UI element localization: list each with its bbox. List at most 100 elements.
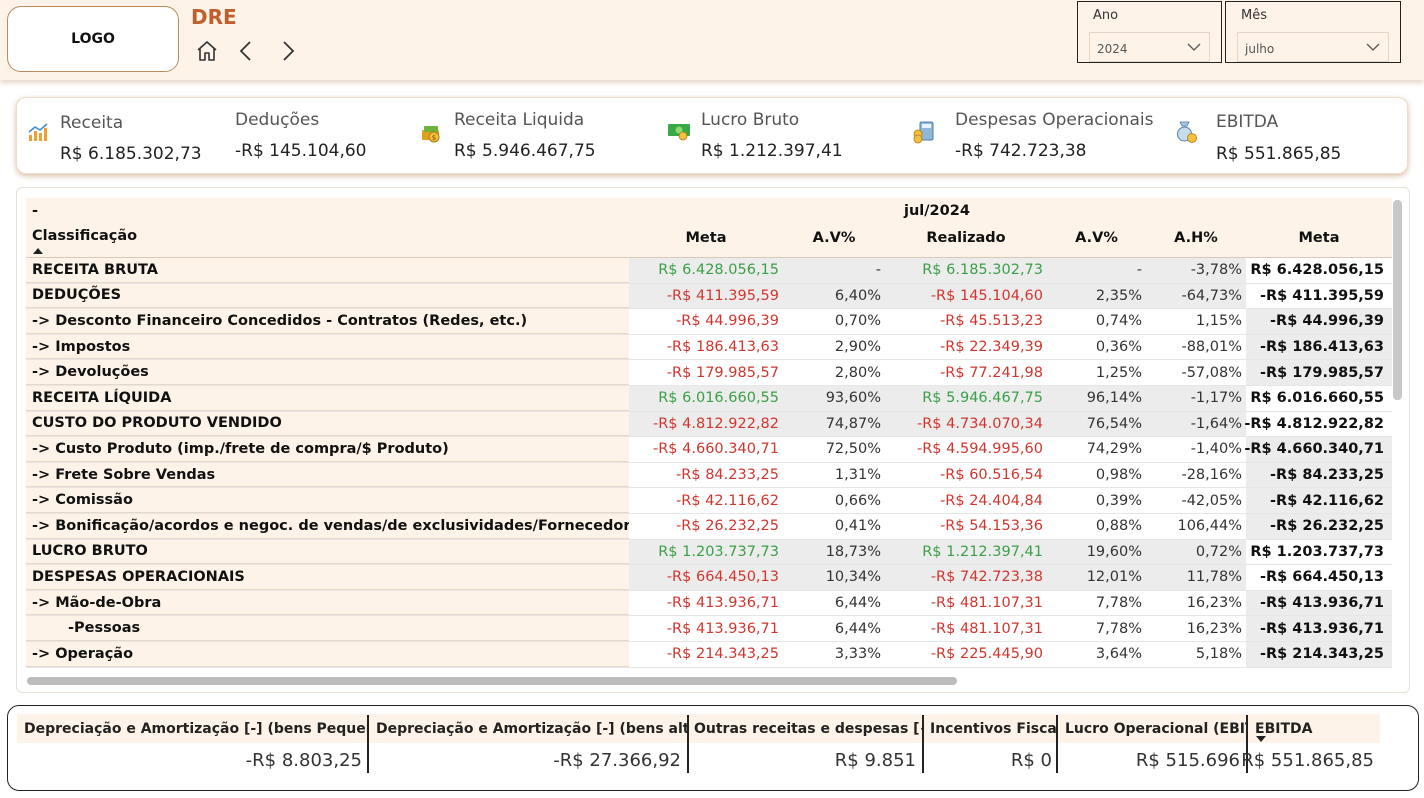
row-label: DEDUÇÕES <box>26 283 629 309</box>
forward-button[interactable] <box>273 37 301 65</box>
cell-realizado: -R$ 45.513,23 <box>885 309 1047 334</box>
matrix-row[interactable]: RECEITA LÍQUIDA R$ 6.016.660,55 93,60% R$ 5… <box>26 386 1392 412</box>
row-label: -> Frete Sobre Vendas <box>26 462 629 488</box>
matrix-row[interactable]: -> Mão-de-Obra -R$ 413.936,71 6,44% -R$ 481… <box>26 590 1392 617</box>
matrix-row[interactable]: -Pessoas -R$ 413.936,71 6,44% -R$ 481.107,3… <box>26 616 1392 642</box>
cell-realizado: R$ 5.946.467,75 <box>885 386 1047 411</box>
month-slicer: Mês julho <box>1225 1 1401 63</box>
cell-meta-total: -R$ 84.233,25 <box>1246 462 1392 488</box>
cell-ah: 0,72% <box>1146 539 1246 565</box>
banknote-icon <box>668 124 690 141</box>
cell-ah: 1,15% <box>1146 309 1246 334</box>
col-header-meta[interactable]: Meta <box>629 224 783 252</box>
home-button[interactable] <box>193 37 221 65</box>
cell-ah: 5,18% <box>1146 642 1246 667</box>
cell-av-realizado: 3,64% <box>1047 642 1146 667</box>
row-label: -> Bonificação/acordos e negoc. de venda… <box>26 514 649 539</box>
sort-ascending-icon <box>33 248 43 254</box>
page-title: DRE <box>191 5 237 29</box>
cell-av-meta: 93,60% <box>783 386 885 411</box>
bottom-col-header-ebitda[interactable]: EBITDA <box>1248 714 1380 743</box>
matrix-row[interactable]: -> Devoluções -R$ 179.985,57 2,80% -R$ 77.2… <box>26 360 1392 386</box>
cell-ah: -42,05% <box>1146 488 1246 513</box>
cell-meta: -R$ 44.996,39 <box>629 309 783 334</box>
cell-meta-total: -R$ 4.660.340,71 <box>1244 437 1392 462</box>
cell-ah: -1,64% <box>1146 411 1246 437</box>
col-header-av[interactable]: A.V% <box>783 224 885 252</box>
kpi-label: Despesas Operacionais <box>955 110 1154 130</box>
matrix-row[interactable]: -> Custo Produto (imp./frete de compra/$… <box>26 437 1392 463</box>
cell-meta-total: -R$ 179.985,57 <box>1246 360 1392 385</box>
year-dropdown[interactable]: 2024 <box>1089 32 1210 62</box>
cell-meta: -R$ 413.936,71 <box>629 590 783 616</box>
col-header-av-realizado[interactable]: A.V% <box>1047 224 1146 252</box>
home-icon <box>197 41 217 61</box>
cell-av-realizado: 7,78% <box>1047 616 1146 641</box>
year-slicer-label: Ano <box>1093 8 1119 23</box>
col-header-meta-total[interactable]: Meta <box>1246 224 1392 252</box>
kpi-value: -R$ 145.104,60 <box>235 141 367 161</box>
cell-meta-total: -R$ 4.812.922,82 <box>1244 411 1392 437</box>
cell-realizado: -R$ 742.723,38 <box>885 565 1047 590</box>
matrix-row[interactable]: -> Frete Sobre Vendas -R$ 84.233,25 1,31% -… <box>26 462 1392 489</box>
vertical-scrollbar[interactable] <box>1393 200 1402 400</box>
cell-av-meta: 6,44% <box>783 590 885 616</box>
cell-realizado: -R$ 225.445,90 <box>885 642 1047 667</box>
kpi-receita-liquida: $ Receita Liquida R$ 5.946.467,75 <box>419 98 639 175</box>
chevron-down-icon <box>1187 43 1201 51</box>
month-dropdown[interactable]: julho <box>1237 32 1389 62</box>
bottom-col-header: Incentivos Fiscais <box>924 714 1070 743</box>
row-label: -> Mão-de-Obra <box>26 590 629 616</box>
matrix-row[interactable]: -> Impostos -R$ 186.413,63 2,90% -R$ 22.349… <box>26 334 1392 361</box>
row-label: RECEITA LÍQUIDA <box>26 386 629 411</box>
bottom-col-header: Depreciação e Amortização [-] (bens Pequ… <box>17 714 406 743</box>
cell-realizado: R$ 6.185.302,73 <box>885 258 1047 283</box>
matrix-row[interactable]: -> Bonificação/acordos e negoc. de venda… <box>26 514 1392 540</box>
cell-av-meta: 10,34% <box>783 565 885 590</box>
cell-meta-total: -R$ 44.996,39 <box>1246 309 1392 334</box>
matrix-row[interactable]: -> Comissão -R$ 42.116,62 0,66% -R$ 24.404,… <box>26 488 1392 514</box>
cell-meta: -R$ 84.233,25 <box>629 462 783 488</box>
bar-chart-icon <box>28 123 48 141</box>
chevron-right-icon <box>283 41 295 61</box>
cell-ah: -28,16% <box>1146 462 1246 488</box>
cell-meta: -R$ 413.936,71 <box>629 616 783 641</box>
calculator-coins-icon <box>913 121 934 144</box>
month-dropdown-value: julho <box>1245 42 1275 56</box>
bottom-value: -R$ 8.803,25 <box>245 749 362 771</box>
col-header-realizado[interactable]: Realizado <box>885 224 1047 252</box>
kpi-deducoes: Deduções -R$ 145.104,60 <box>235 98 415 175</box>
cell-realizado: -R$ 24.404,84 <box>885 488 1047 513</box>
matrix-row[interactable]: DESPESAS OPERACIONAIS -R$ 664.450,13 10,34… <box>26 565 1392 591</box>
cell-av-realizado: 2,35% <box>1047 283 1146 309</box>
matrix-row[interactable]: LUCRO BRUTO R$ 1.203.737,73 18,73% R$ 1.212… <box>26 539 1392 566</box>
cell-av-meta: 2,90% <box>783 334 885 360</box>
cell-av-realizado: 0,39% <box>1047 488 1146 513</box>
cell-realizado: -R$ 481.107,31 <box>885 590 1047 616</box>
col-header-classificacao[interactable]: Classificação <box>32 224 137 248</box>
row-label: RECEITA BRUTA <box>26 258 629 283</box>
cell-meta-total: -R$ 413.936,71 <box>1246 590 1392 616</box>
bottom-value-ebitda: R$ 551.865,85 <box>1241 749 1374 771</box>
matrix-row[interactable]: -> Desconto Financeiro Concedidos - Cont… <box>26 309 1392 335</box>
col-header-ah[interactable]: A.H% <box>1146 224 1246 252</box>
matrix-row[interactable]: RECEITA BRUTA R$ 6.428.056,15- R$ 6.185.30… <box>26 258 1392 284</box>
matrix-row[interactable]: DEDUÇÕES -R$ 411.395,59 6,40% -R$ 145.104,6… <box>26 283 1392 310</box>
matrix-row[interactable]: -> Operação -R$ 214.343,25 3,33% -R$ 225.44… <box>26 642 1392 668</box>
kpi-lucro-bruto: Lucro Bruto R$ 1.212.397,41 <box>667 98 887 175</box>
cell-av-meta: 3,33% <box>783 642 885 667</box>
back-button[interactable] <box>233 37 261 65</box>
kpi-value: -R$ 742.723,38 <box>955 141 1087 161</box>
kpi-label: Lucro Bruto <box>701 110 800 130</box>
matrix-row[interactable]: CUSTO DO PRODUTO VENDIDO -R$ 4.812.922,82… <box>26 411 1392 438</box>
cell-av-realizado: - <box>1047 258 1146 283</box>
cell-meta: -R$ 186.413,63 <box>629 334 783 360</box>
row-label: -> Desconto Financeiro Concedidos - Cont… <box>26 309 629 334</box>
year-slicer: Ano 2024 <box>1077 1 1222 63</box>
cell-meta: -R$ 664.450,13 <box>629 565 783 590</box>
cell-meta: -R$ 411.395,59 <box>629 283 783 309</box>
cell-av-realizado: 0,74% <box>1047 309 1146 334</box>
kpi-label: Deduções <box>235 110 320 130</box>
horizontal-scrollbar[interactable] <box>27 677 957 685</box>
cell-meta-total: -R$ 186.413,63 <box>1246 334 1392 360</box>
